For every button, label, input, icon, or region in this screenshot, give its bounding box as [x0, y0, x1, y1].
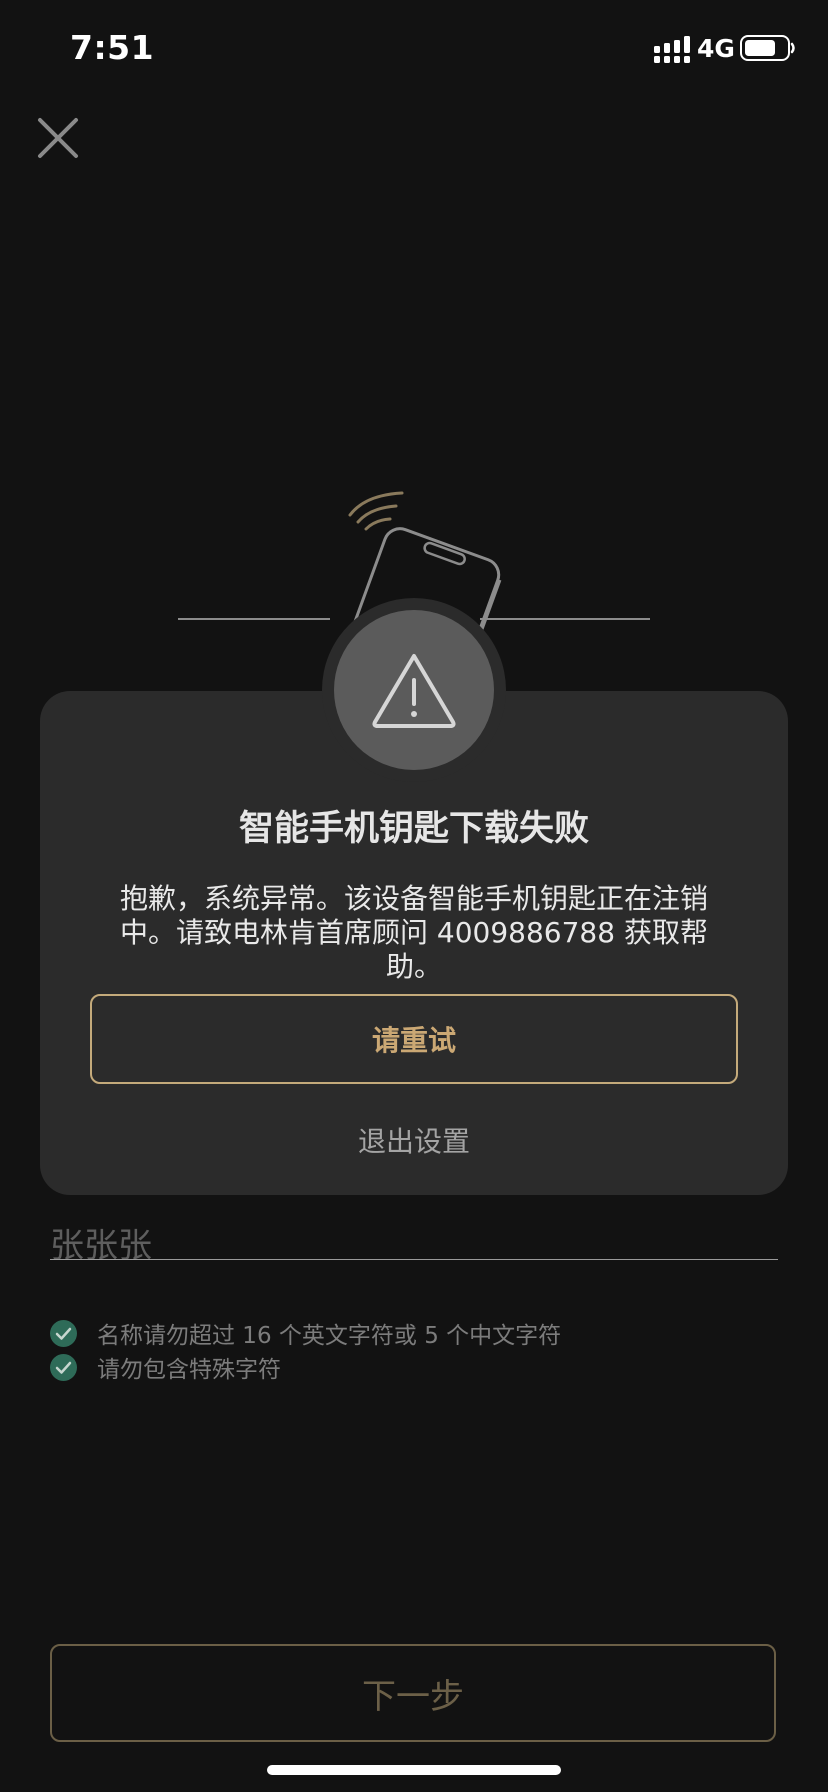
retry-button[interactable]: 请重试 — [90, 994, 738, 1084]
exit-setup-button[interactable]: 退出设置 — [40, 1120, 788, 1160]
dialog-message: 抱歉，系统异常。该设备智能手机钥匙正在注销中。请致电林肯首席顾问 4009886… — [119, 882, 708, 983]
next-step-button[interactable]: 下一步 — [50, 1644, 776, 1742]
warning-triangle-icon — [372, 654, 456, 728]
rule-text: 名称请勿超过 16 个英文字符或 5 个中文字符 — [97, 1323, 562, 1349]
signal-bars-icon — [654, 36, 690, 63]
check-circle-icon — [50, 1319, 77, 1347]
name-input-underline — [50, 1259, 778, 1260]
rule-item: 名称请勿超过 16 个英文字符或 5 个中文字符 — [50, 1318, 562, 1349]
status-time: 7:51 — [70, 28, 155, 67]
status-bar: 7:51 4G — [0, 0, 828, 100]
warning-badge — [334, 610, 494, 770]
home-indicator[interactable] — [267, 1765, 561, 1775]
dialog-title: 智能手机钥匙下载失败 — [238, 809, 589, 849]
close-icon[interactable] — [36, 116, 80, 160]
check-circle-icon — [50, 1353, 77, 1381]
rule-text: 请勿包含特殊字符 — [97, 1357, 281, 1383]
rule-item: 请勿包含特殊字符 — [50, 1352, 281, 1383]
network-type: 4G — [697, 34, 735, 63]
battery-icon — [740, 35, 795, 61]
